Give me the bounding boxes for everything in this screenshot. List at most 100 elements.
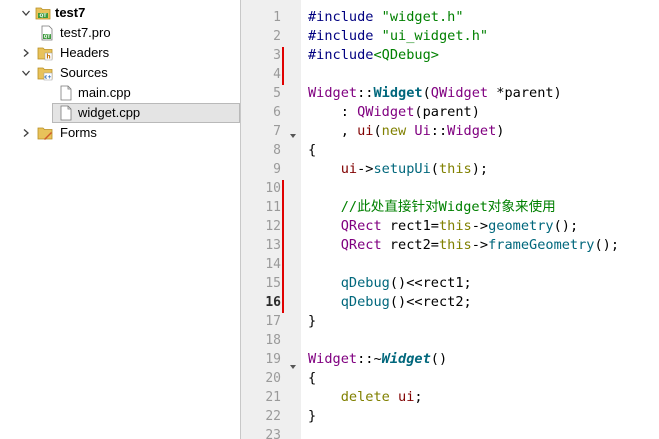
code-line[interactable]: #include "widget.h"	[308, 8, 464, 27]
code-token: Widget	[447, 123, 497, 139]
chevron-right-icon[interactable]	[21, 48, 31, 58]
line-number: 14	[265, 257, 281, 272]
cpp-file-icon	[58, 105, 74, 121]
line-number: 11	[265, 200, 281, 215]
line-number: 3	[273, 48, 281, 63]
code-token: rect2;	[422, 294, 472, 310]
line-number: 17	[265, 314, 281, 329]
code-line[interactable]: delete ui;	[308, 388, 423, 407]
tree-item-label: widget.cpp	[78, 105, 141, 120]
chevron-down-icon[interactable]	[21, 68, 31, 78]
code-line[interactable]: #include<QDebug>	[308, 46, 439, 65]
code-line[interactable]: {	[308, 369, 316, 388]
code-token: }	[308, 408, 317, 424]
line-number: 22	[265, 409, 281, 424]
code-line[interactable]: //此处直接针对Widget对象来使用	[308, 198, 556, 217]
line-number: 23	[265, 428, 281, 439]
code-line[interactable]: }	[308, 407, 316, 426]
tree-item-headers[interactable]: h Headers	[0, 43, 240, 63]
code-token: Widget	[373, 85, 423, 101]
tree-item-label: test7.pro	[60, 25, 111, 40]
code-line[interactable]: , ui(new Ui::Widget)	[308, 122, 505, 141]
code-line[interactable]: Widget::~Widget()	[308, 350, 447, 369]
line-number: 2	[273, 29, 281, 44]
code-token: ->	[471, 237, 489, 253]
line-number: 4	[273, 67, 281, 82]
code-token: delete	[340, 389, 390, 405]
code-token: #include	[308, 9, 382, 25]
svg-text:h: h	[46, 54, 50, 61]
tree-item-sources[interactable]: c+ Sources	[0, 63, 240, 83]
code-token: );	[471, 161, 489, 177]
line-number-gutter: 1 2 3 4 5 6 7 8 9 10 11 12 13 14 15 16 17 18 19 20 21 22 23	[241, 0, 301, 439]
svg-text:QT: QT	[40, 13, 48, 19]
code-token: ui	[357, 123, 374, 139]
code-token: ;	[414, 389, 423, 405]
code-line[interactable]: QRect rect2=this->frameGeometry();	[308, 236, 619, 255]
pro-file-icon: QT	[39, 25, 55, 41]
line-number: 16	[265, 295, 281, 310]
code-token: <QDebug>	[373, 47, 439, 63]
code-token: <<	[406, 294, 423, 310]
project-tree: QT test7 QT test7.pro h Headers c+ Sourc…	[0, 0, 240, 439]
line-number: 21	[265, 390, 281, 405]
code-token: "ui_widget.h"	[381, 28, 489, 44]
code-token: (parent)	[414, 104, 480, 120]
code-token: ::	[357, 85, 374, 101]
code-token: (	[422, 85, 431, 101]
code-token: ui	[398, 389, 415, 405]
svg-text:QT: QT	[44, 34, 51, 39]
code-token: rect1=	[381, 218, 439, 234]
code-token: Widget	[308, 351, 358, 367]
code-token: QRect	[340, 237, 382, 253]
code-line[interactable]: #include "ui_widget.h"	[308, 27, 488, 46]
tree-item-forms[interactable]: Forms	[0, 123, 240, 143]
code-token: {	[308, 142, 317, 158]
line-number: 8	[273, 143, 281, 158]
tree-item-pro-file[interactable]: QT test7.pro	[0, 23, 240, 43]
code-line[interactable]: qDebug()<<rect1;	[308, 274, 472, 293]
code-token: //此处直接针对Widget对象来使用	[340, 199, 556, 215]
tree-item-project[interactable]: QT test7	[0, 3, 240, 23]
code-token: #include	[308, 47, 374, 63]
code-token: qDebug	[340, 294, 390, 310]
code-token: ,	[308, 123, 358, 139]
tree-item-main-cpp[interactable]: main.cpp	[0, 83, 240, 103]
modified-line-marker	[282, 47, 284, 85]
code-token: QWidget	[357, 104, 415, 120]
code-token: setupUi	[373, 161, 431, 177]
code-line[interactable]: QRect rect1=this->geometry();	[308, 217, 578, 236]
code-token: ui	[340, 161, 358, 177]
tree-item-widget-cpp[interactable]: widget.cpp	[52, 103, 240, 123]
code-line[interactable]: ui->setupUi(this);	[308, 160, 488, 179]
code-token: rect1;	[422, 275, 472, 291]
code-line[interactable]: }	[308, 312, 316, 331]
code-token: ()	[389, 294, 407, 310]
code-token: (	[430, 161, 439, 177]
line-number: 12	[265, 219, 281, 234]
fold-arrow-icon[interactable]	[289, 127, 297, 138]
line-number: 6	[273, 105, 281, 120]
fold-arrow-icon[interactable]	[289, 358, 297, 369]
code-token: this	[438, 237, 472, 253]
code-token: (	[373, 123, 382, 139]
code-line[interactable]: Widget::Widget(QWidget *parent)	[308, 84, 562, 103]
chevron-right-icon[interactable]	[21, 128, 31, 138]
chevron-down-icon[interactable]	[21, 8, 31, 18]
line-number: 18	[265, 333, 281, 348]
code-editor[interactable]: #include "widget.h" #include "ui_widget.h…	[308, 0, 659, 439]
tree-item-label: Sources	[60, 65, 108, 80]
code-token: Ui	[414, 123, 431, 139]
sources-folder-icon: c+	[37, 65, 53, 81]
svg-text:c+: c+	[44, 75, 51, 81]
line-number: 7	[273, 124, 281, 139]
code-line[interactable]: {	[308, 141, 316, 160]
code-line[interactable]: : QWidget(parent)	[308, 103, 480, 122]
code-line[interactable]: qDebug()<<rect2;	[308, 293, 472, 312]
code-token: ()	[430, 351, 448, 367]
line-number: 9	[273, 162, 281, 177]
